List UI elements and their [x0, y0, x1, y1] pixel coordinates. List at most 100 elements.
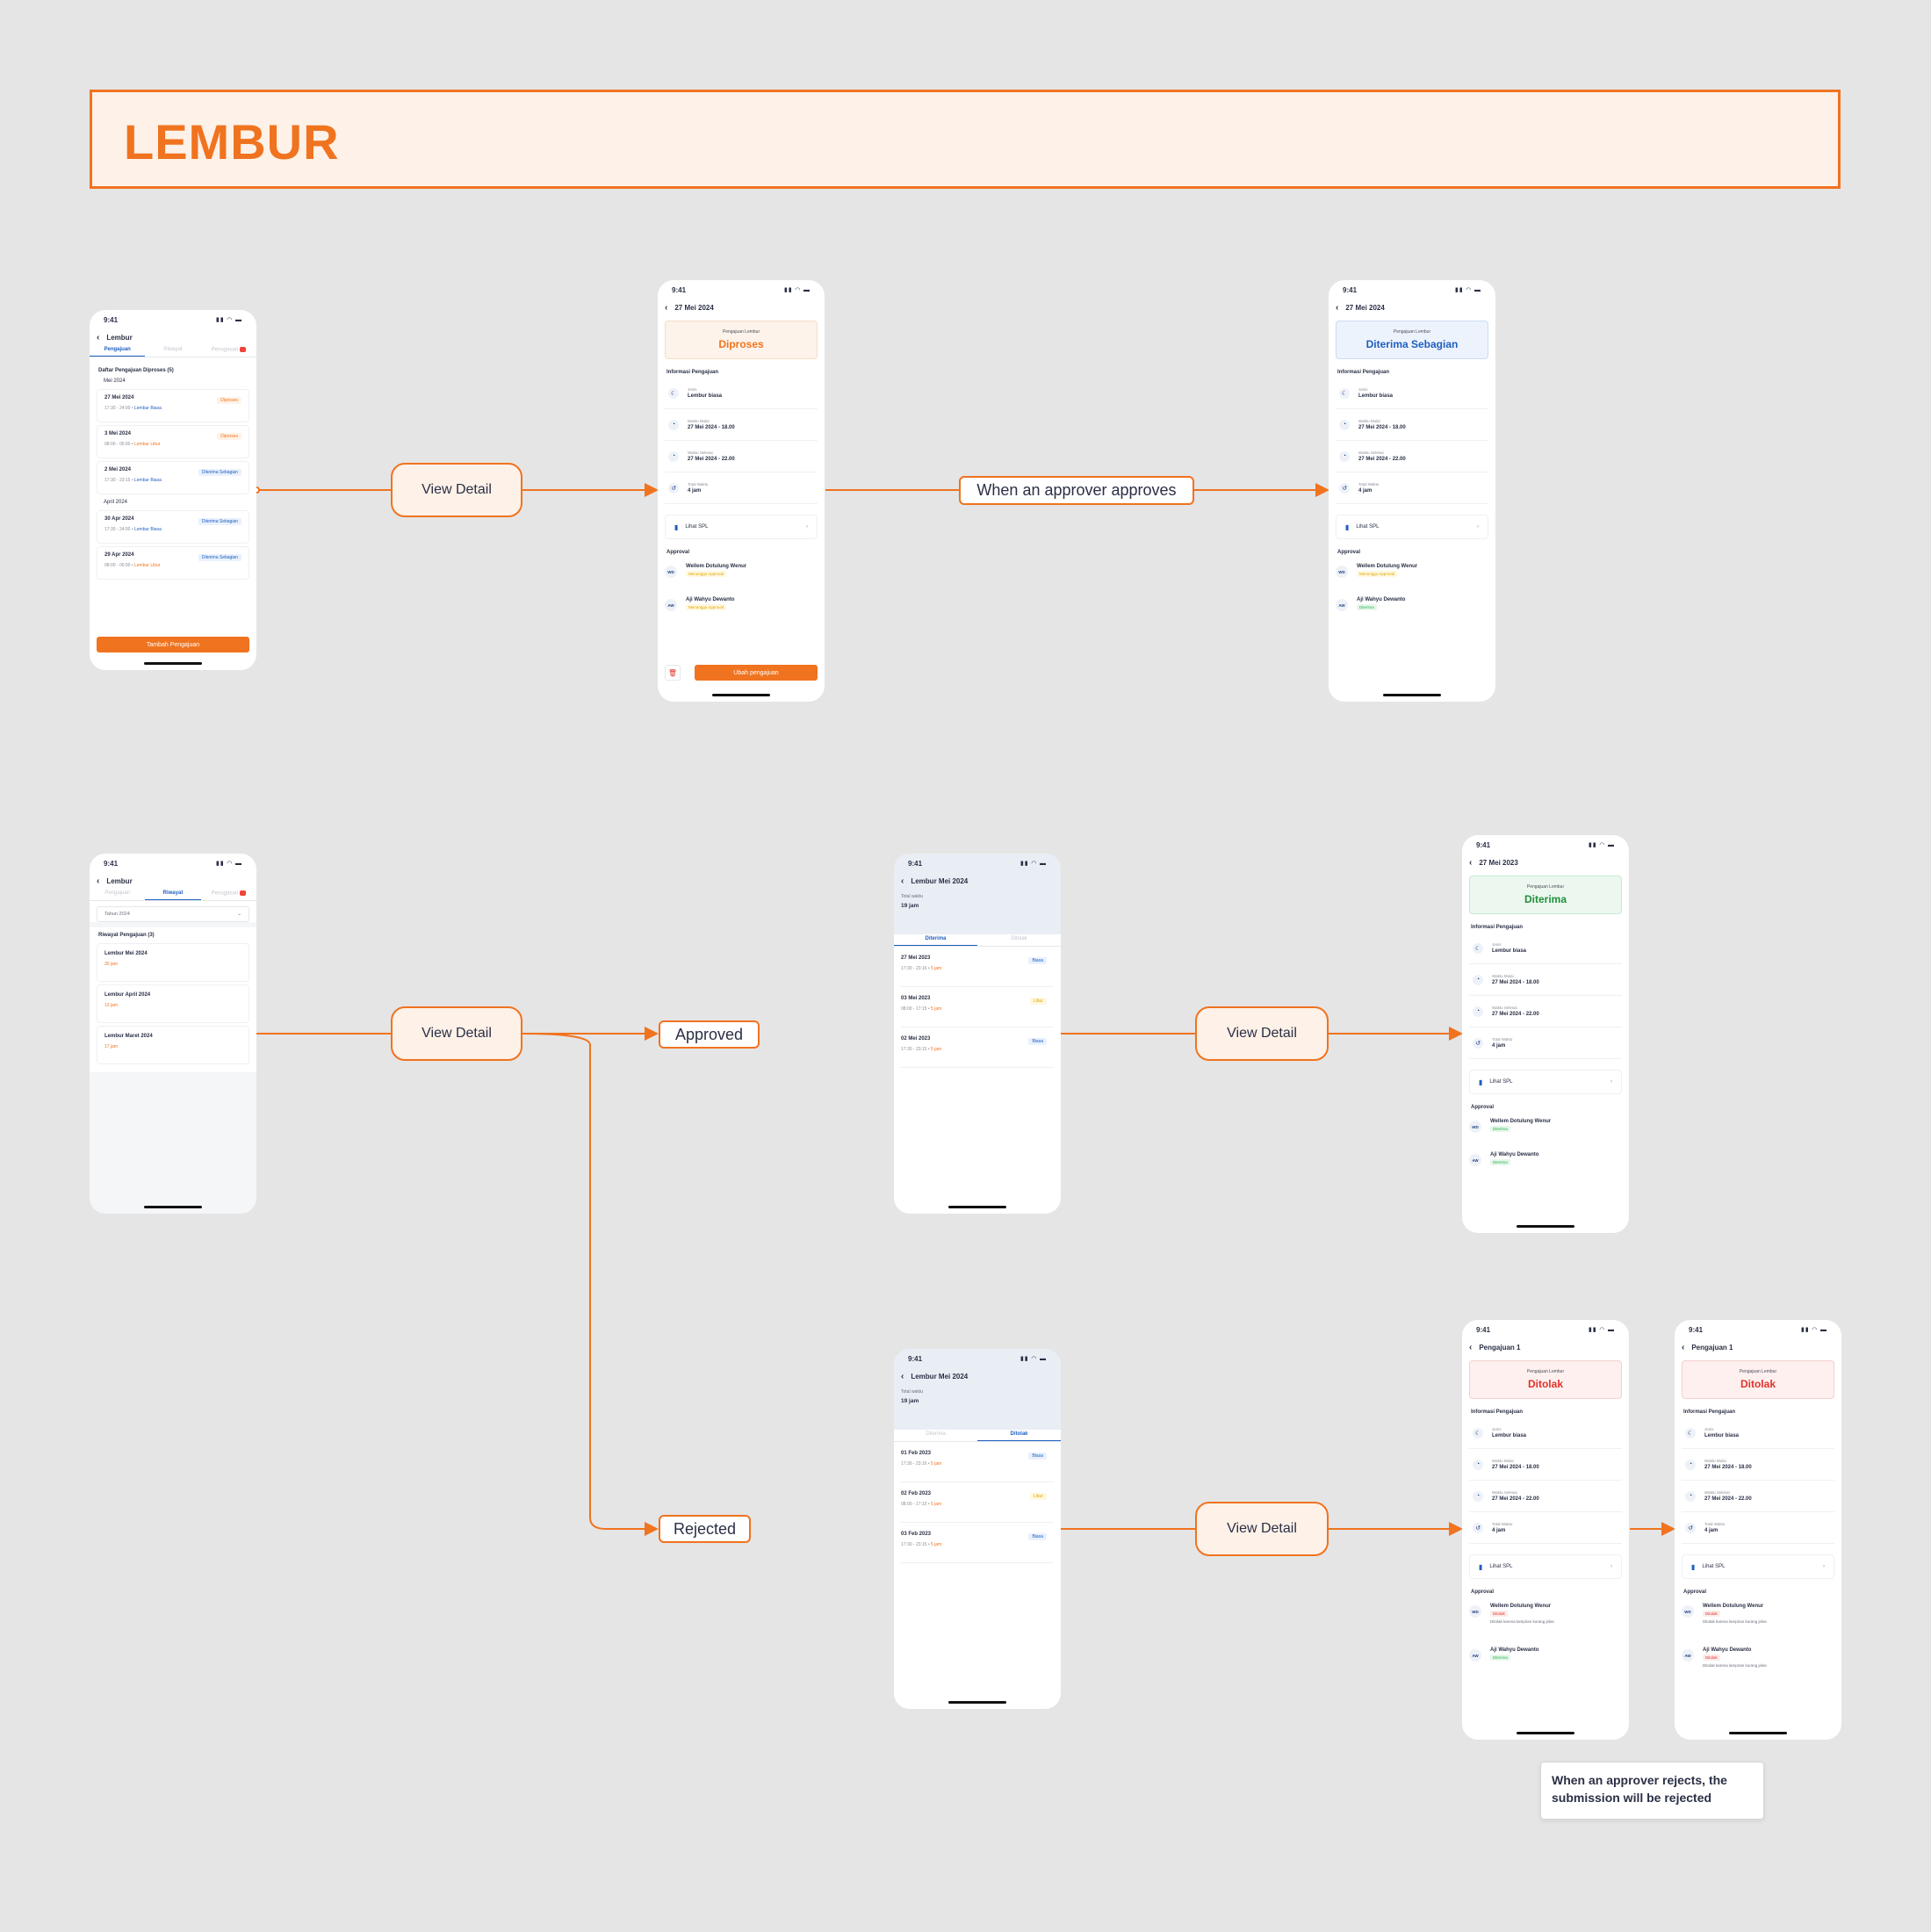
add-submission-button[interactable]: Tambah Pengajuan: [97, 637, 249, 652]
view-spl-button[interactable]: ▮ Lihat SPL ›: [1469, 1070, 1622, 1094]
tab-diterima[interactable]: Diterima: [894, 934, 977, 946]
info-value: 4 jam: [688, 488, 702, 494]
total-time: Total waktu 19 jam: [894, 889, 1061, 914]
history-icon: ↺: [668, 482, 679, 494]
approver-row: WD Wellem Dotulung Wenur Menunggu Approval: [665, 558, 818, 591]
header-title: Pengajuan 1: [1691, 1343, 1733, 1352]
view-spl-button[interactable]: ▮ Lihat SPL ›: [665, 515, 818, 539]
document-icon: ▮: [674, 523, 679, 531]
view-spl-button[interactable]: ▮ Lihat SPL ›: [1336, 515, 1488, 539]
info-mulai: ◔ Waktu Mulai 27 Mei 2024 - 18.00: [1682, 1449, 1834, 1481]
header-title: 27 Mei 2024: [1345, 303, 1385, 312]
info-mulai: ◔ Waktu Mulai 27 Mei 2024 - 18.00: [665, 409, 818, 441]
tab-riwayat[interactable]: Riwayat: [145, 889, 201, 900]
header: ‹ Pengajuan 1: [1675, 1339, 1841, 1355]
history-item[interactable]: Lembur April 2024 13 jam: [97, 984, 249, 1023]
info-mulai: ◔ Waktu Mulai 27 Mei 2024 - 18.00: [1469, 964, 1622, 996]
view-spl-button[interactable]: ▮ Lihat SPL ›: [1682, 1554, 1834, 1579]
chevron-right-icon: ›: [1610, 1079, 1612, 1085]
back-icon[interactable]: ‹: [97, 876, 99, 886]
tab-riwayat[interactable]: Riwayat: [145, 345, 200, 357]
info-jenis: ☾ Jenis Lembur biasa: [1469, 933, 1622, 964]
reject-note-text: When an approver rejects, the submission…: [1552, 1773, 1727, 1805]
status-badge: Diproses: [217, 433, 241, 440]
status-banner: Pengajuan Lembur Diterima Sebagian: [1336, 321, 1488, 359]
home-indicator: [1517, 1732, 1574, 1734]
tab-pengajuan[interactable]: Pengajuan: [90, 345, 146, 357]
screen-detail-ditolak-1: 9:41 ▮▮ ◠ ▬ ‹ Pengajuan 1 Pengajuan Lembur…: [1462, 1320, 1629, 1740]
status-label: Pengajuan Lembur: [1526, 1369, 1565, 1374]
total-label: Total waktu: [901, 1389, 924, 1395]
signal-wifi-battery-icon: ▮▮ ◠ ▬: [1020, 861, 1047, 867]
signal-wifi-battery-icon: ▮▮ ◠ ▬: [216, 317, 242, 323]
header-title: 27 Mei 2024: [674, 303, 714, 312]
tab-penugasan[interactable]: Penugasan: [201, 345, 256, 357]
back-icon[interactable]: ‹: [1336, 303, 1338, 313]
info-value: 27 Mei 2024 - 22.00: [1358, 457, 1406, 462]
info-label: Waktu Mulai: [1492, 1459, 1514, 1463]
info-label: Total Waktu: [1492, 1522, 1513, 1526]
history-item[interactable]: Lembur Mei 2024 30 jam: [97, 943, 249, 982]
back-icon[interactable]: ‹: [901, 1372, 904, 1381]
view-spl-button[interactable]: ▮ Lihat SPL ›: [1469, 1554, 1622, 1579]
list-item[interactable]: 02 Feb 2023 08:00 - 17:15 • 5 jam Libur: [901, 1482, 1054, 1523]
trash-icon[interactable]: 🗑: [665, 665, 681, 681]
tab-pengajuan[interactable]: Pengajuan: [90, 889, 145, 900]
list-item[interactable]: 27 Mei 2023 17:30 - 23:16 • 5 jam Biasa: [901, 947, 1054, 987]
item-time: 17:30 - 23:15: [901, 1047, 927, 1052]
info-label: Waktu Selesai: [1492, 1006, 1517, 1010]
clock-icon: ◔: [1339, 451, 1350, 462]
list-item[interactable]: 02 Mei 2023 17:30 - 23:15 • 5 jam Biasa: [901, 1027, 1054, 1068]
list-item[interactable]: 30 Apr 2024 17:30 - 24:00 • Lembur Biasa D…: [97, 510, 249, 544]
info-label: Total Waktu: [1704, 1522, 1726, 1526]
list-item[interactable]: 29 Apr 2024 08:00 - 05:00 • Lembur Libur D…: [97, 546, 249, 580]
approval-heading: Approval: [1471, 1590, 1495, 1595]
tab-bar: Diterima Ditolak: [894, 1430, 1061, 1442]
info-value: 27 Mei 2024 - 18.00: [688, 425, 735, 430]
tab-ditolak[interactable]: Ditolak: [977, 934, 1061, 946]
avatar: AW: [1469, 1154, 1481, 1166]
chevron-right-icon: ›: [1823, 1564, 1825, 1569]
tab-diterima[interactable]: Diterima: [894, 1430, 977, 1441]
tab-penugasan[interactable]: Penugasan: [201, 889, 256, 900]
year-filter-dropdown[interactable]: Tahun 2024 ⌄: [97, 906, 249, 922]
list-item[interactable]: 3 Mei 2024 08:00 - 05:00 • Lembur Libur Di…: [97, 425, 249, 458]
screen-detail-ditolak-2: 9:41 ▮▮ ◠ ▬ ‹ Pengajuan 1 Pengajuan Lembur…: [1675, 1320, 1841, 1740]
info-heading: Informasi Pengajuan: [1337, 370, 1390, 375]
tab-ditolak[interactable]: Ditolak: [977, 1430, 1061, 1441]
info-value: Lembur biasa: [1492, 948, 1527, 954]
home-indicator: [1517, 1225, 1574, 1228]
item-hours: 5 jam: [931, 966, 942, 971]
status-bar: 9:41 ▮▮ ◠ ▬: [894, 854, 1061, 873]
list-item[interactable]: 2 Mei 2024 17:30 - 23:15 • Lembur Biasa Di…: [97, 461, 249, 494]
info-jenis: ☾ Jenis Lembur biasa: [665, 378, 818, 409]
chevron-down-icon: ⌄: [237, 912, 241, 917]
list-item[interactable]: 01 Feb 2023 17:30 - 23:16 • 5 jam Biasa: [901, 1442, 1054, 1482]
list-item[interactable]: 03 Mei 2023 08:00 - 17:15 • 5 jam Libur: [901, 987, 1054, 1027]
back-icon[interactable]: ‹: [1469, 858, 1472, 868]
status-bar: 9:41 ▮▮ ◠ ▬: [1462, 1320, 1629, 1339]
history-icon: ↺: [1473, 1037, 1483, 1049]
status-label: Pengajuan Lembur: [722, 329, 760, 335]
status-bar: 9:41 ▮▮ ◠ ▬: [1329, 280, 1495, 299]
approver-row: AW Aji Wahyu Dewanto Diterima: [1469, 1641, 1622, 1675]
list-item[interactable]: 27 Mei 2024 17:30 - 24:00 • Lembur Biasa D…: [97, 389, 249, 422]
history-icon: ↺: [1339, 482, 1350, 494]
back-icon[interactable]: ‹: [1469, 1343, 1472, 1352]
list-item[interactable]: 03 Feb 2023 17:30 - 23:15 • 5 jam Biasa: [901, 1523, 1054, 1563]
item-time: 17:30 - 24:00: [104, 406, 131, 411]
edit-submission-button[interactable]: Ubah pengajuan: [695, 665, 818, 681]
info-jenis: ☾ Jenis Lembur biasa: [1336, 378, 1488, 409]
back-icon[interactable]: ‹: [901, 876, 904, 886]
approver-name: Wellem Dotulung Wenur: [1357, 564, 1418, 569]
info-mulai: ◔ Waktu Mulai 27 Mei 2024 - 18.00: [1336, 409, 1488, 441]
header-title: Pengajuan 1: [1479, 1343, 1521, 1352]
history-icon: ↺: [1473, 1522, 1483, 1533]
info-value: 4 jam: [1358, 488, 1373, 494]
history-item[interactable]: Lembur Maret 2024 17 jam: [97, 1026, 249, 1064]
back-icon[interactable]: ‹: [97, 333, 99, 342]
approval-status-badge: Menunggu Approval: [686, 571, 727, 577]
back-icon[interactable]: ‹: [665, 303, 667, 313]
back-icon[interactable]: ‹: [1682, 1343, 1684, 1352]
approval-status-badge: Ditolak: [1490, 1611, 1508, 1617]
